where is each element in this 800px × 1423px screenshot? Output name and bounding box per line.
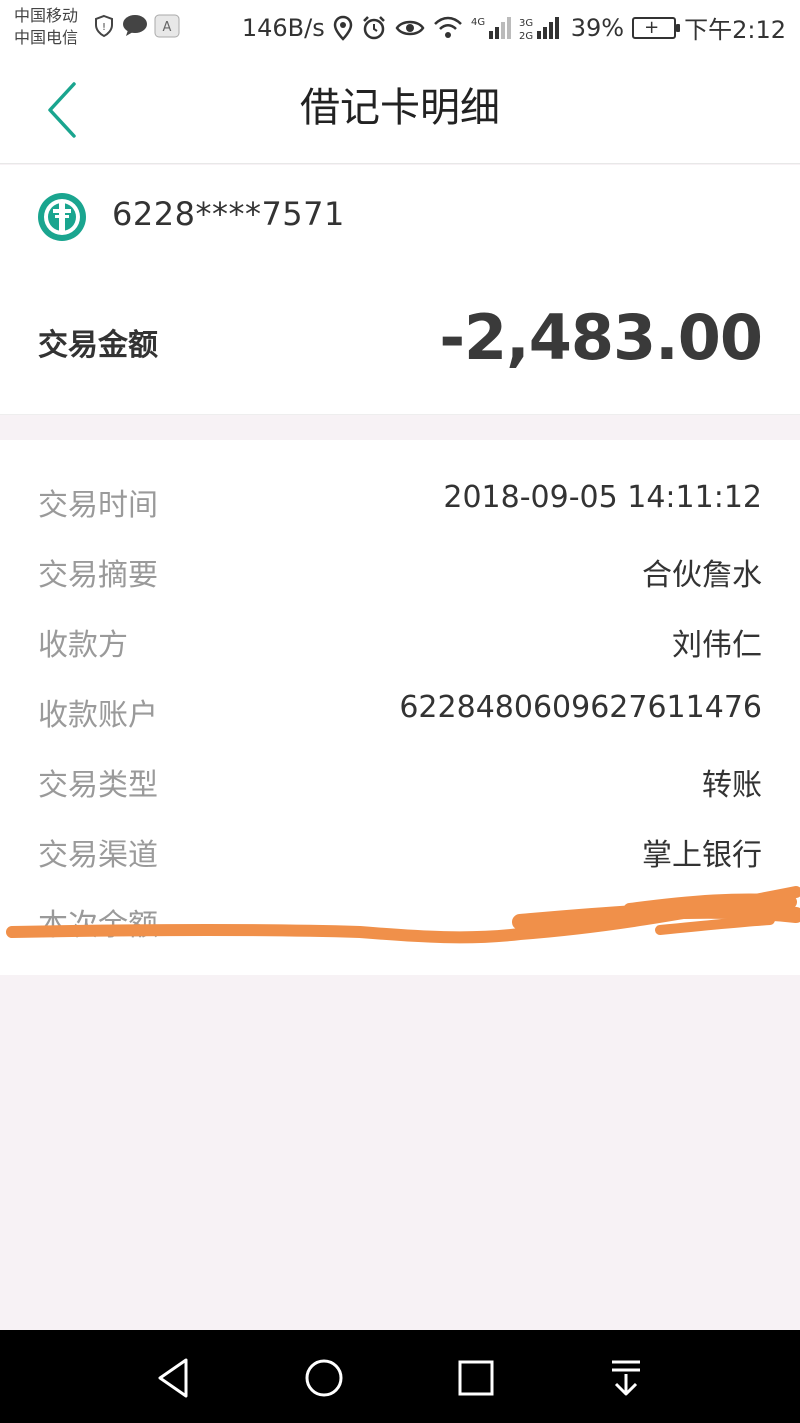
battery-percent: 39% (570, 13, 625, 42)
signal-4g-label: 4G (471, 17, 485, 28)
nav-recents-button[interactable] (454, 1356, 498, 1400)
carrier-2: 中国电信 (14, 28, 79, 47)
detail-value: 掌上银行 (642, 838, 762, 873)
carrier-names: 中国移动 中国电信 (14, 5, 78, 49)
detail-label: 交易渠道 (38, 838, 158, 873)
clock: 下午2:12 (684, 16, 786, 44)
detail-row: 收款账户 6228480609627611476 (0, 680, 800, 740)
detail-row: 交易渠道 掌上银行 (0, 820, 800, 880)
alarm-icon (362, 15, 385, 39)
app-a-icon: A (154, 14, 180, 38)
detail-value: 刘伟仁 (672, 628, 762, 663)
shield-alert-icon: ! (95, 14, 113, 38)
detail-row: 收款方 刘伟仁 (0, 610, 800, 670)
detail-row: 交易摘要 合伙詹水 (0, 540, 800, 600)
detail-label: 本次余额 (38, 908, 158, 943)
system-nav-bar (0, 1330, 800, 1423)
detail-value: 6228480609627611476 (399, 690, 762, 725)
detail-value: 2018-09-05 14:11:12 (443, 480, 762, 515)
wifi-icon (433, 16, 462, 38)
detail-label: 收款账户 (38, 698, 158, 733)
detail-label: 交易时间 (38, 488, 158, 523)
network-speed: 146B/s (241, 13, 325, 42)
detail-label: 交易摘要 (38, 558, 158, 593)
svg-text:!: ! (102, 22, 106, 33)
nav-back-button[interactable] (152, 1356, 196, 1400)
square-recents-icon (458, 1360, 494, 1396)
notification-icons: ! A (92, 14, 180, 38)
detail-row-balance: 本次余额 (0, 890, 800, 950)
card-number: 6228****7571 (112, 195, 345, 233)
nav-notifications-button[interactable] (604, 1356, 648, 1400)
status-bar: 中国移动 中国电信 ! A 146B/s 4G 3G 2G 39% + 下午2:1… (0, 0, 800, 56)
amount-label: 交易金额 (38, 328, 158, 363)
detail-label: 收款方 (38, 628, 128, 663)
location-icon (333, 15, 353, 41)
transaction-details: 交易时间 2018-09-05 14:11:12 交易摘要 合伙詹水 收款方 刘… (0, 440, 800, 975)
page-title: 借记卡明细 (300, 85, 500, 131)
signal-3g-label: 3G (519, 18, 533, 29)
bank-logo-icon (38, 193, 86, 241)
title-bar: 借记卡明细 (0, 56, 800, 164)
signal-3g-2g-icon: 3G2G (519, 16, 559, 41)
detail-row: 交易类型 转账 (0, 750, 800, 810)
carrier-1: 中国移动 (14, 6, 79, 25)
svg-text:A: A (163, 20, 172, 35)
detail-label: 交易类型 (38, 768, 158, 803)
transaction-amount: -2,483.00 (439, 301, 763, 374)
detail-row: 交易时间 2018-09-05 14:11:12 (0, 470, 800, 530)
chat-bubble-icon (123, 15, 147, 36)
triangle-back-icon (158, 1358, 188, 1398)
system-status: 146B/s 4G 3G 2G 39% + 下午2:12 (242, 10, 786, 45)
signal-4g-icon: 4G (471, 16, 511, 39)
circle-home-icon (305, 1359, 343, 1397)
battery-icon: + (632, 16, 681, 39)
nav-home-button[interactable] (302, 1356, 346, 1400)
eye-icon (395, 20, 425, 35)
detail-value: 合伙詹水 (642, 558, 762, 593)
signal-2g-label: 2G (519, 31, 533, 41)
detail-value: 转账 (702, 768, 762, 803)
pull-down-icon (612, 1360, 640, 1396)
card-summary: 6228****7571 交易金额 -2,483.00 (0, 165, 800, 415)
